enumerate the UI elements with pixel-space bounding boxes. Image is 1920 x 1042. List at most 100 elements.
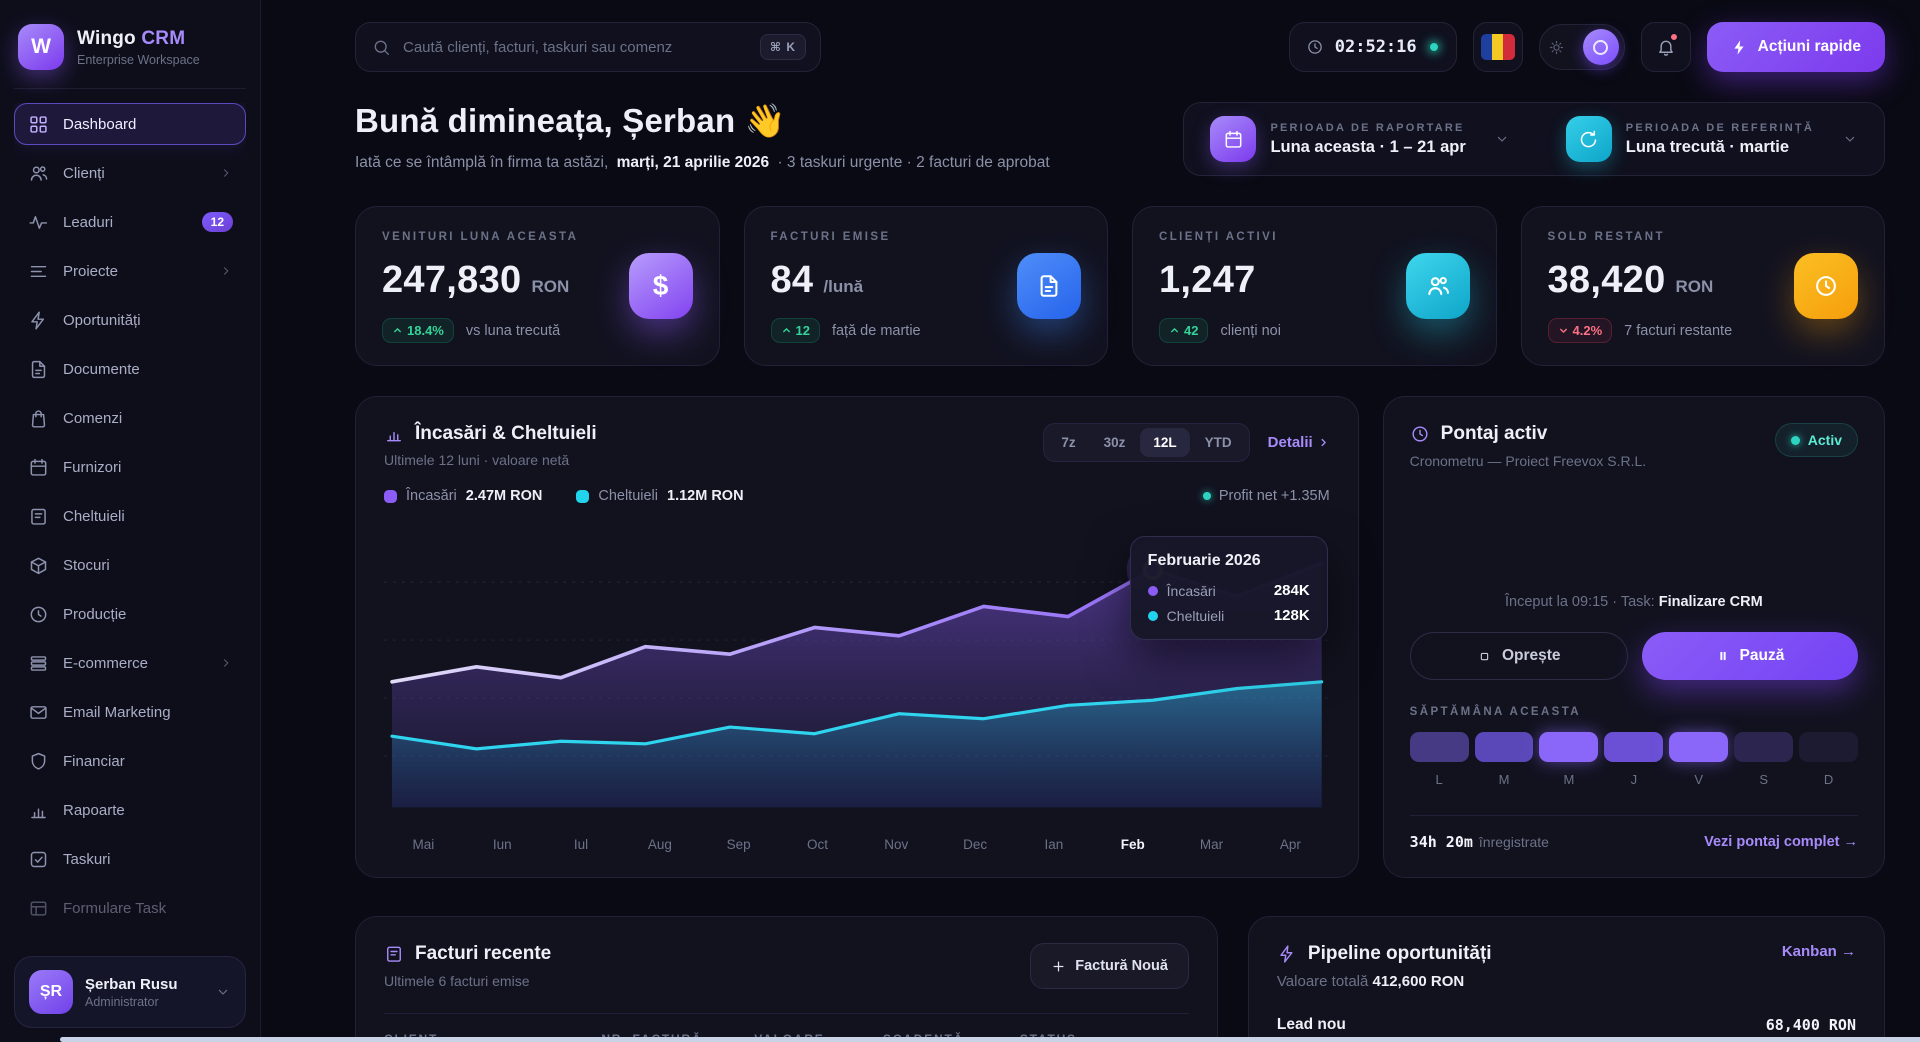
app-tagline: Enterprise Workspace bbox=[77, 53, 200, 67]
form-icon bbox=[27, 897, 49, 919]
sidebar-item-comenzi[interactable]: Comenzi bbox=[14, 397, 246, 439]
user-name: Șerban Rusu bbox=[85, 976, 178, 993]
week-activity-bars bbox=[1410, 732, 1858, 762]
delta-badge: 42 bbox=[1159, 318, 1208, 343]
hours-recorded: 34h 20m bbox=[1410, 833, 1473, 851]
sidebar-item-stocuri[interactable]: Stocuri bbox=[14, 544, 246, 586]
kanban-link[interactable]: Kanban → bbox=[1782, 943, 1856, 960]
stat-caption: vs luna trecută bbox=[466, 323, 560, 339]
global-search[interactable]: ⌘ K bbox=[355, 22, 821, 72]
sidebar-item-oportunitati[interactable]: Oportunități bbox=[14, 299, 246, 341]
stage-value: 68,400 RON bbox=[1766, 1016, 1856, 1034]
user-role: Administrator bbox=[85, 995, 178, 1009]
clock-value: 02:52:16 bbox=[1335, 37, 1417, 57]
pipeline-card: Pipeline oportunități Valoare totală 412… bbox=[1248, 916, 1885, 1042]
day-label: D bbox=[1799, 772, 1858, 787]
delta-badge: 18.4% bbox=[382, 318, 454, 343]
reporting-period-selector[interactable]: PERIOADA DE RAPORTARE Luna aceasta · 1 –… bbox=[1210, 116, 1509, 162]
stage-name: Lead nou bbox=[1277, 1016, 1346, 1034]
notifications-button[interactable] bbox=[1641, 22, 1691, 72]
activity-icon bbox=[27, 211, 49, 233]
user-menu[interactable]: ȘR Șerban Rusu Administrator bbox=[14, 956, 246, 1028]
sidebar-item-productie[interactable]: Producție bbox=[14, 593, 246, 635]
range-option-7z[interactable]: 7z bbox=[1048, 428, 1088, 457]
sidebar-item-dashboard[interactable]: Dashboard bbox=[14, 103, 246, 145]
sidebar-item-financiar[interactable]: Financiar bbox=[14, 740, 246, 782]
area-chart[interactable]: MaiIunIulAugSepOctNovDecIanFebMarApr Feb… bbox=[384, 520, 1330, 859]
stat-caption: 7 facturi restante bbox=[1624, 323, 1732, 339]
pontaj-subtitle: Cronometru — Proiect Freevox S.R.L. bbox=[1410, 453, 1647, 469]
stat-card-1: VENITURI LUNA ACEASTA247,830RON18.4%vs l… bbox=[355, 206, 720, 366]
layers-icon bbox=[27, 652, 49, 674]
sidebar-item-ecommerce[interactable]: E-commerce bbox=[14, 642, 246, 684]
stop-icon bbox=[1477, 649, 1492, 664]
sidebar-item-taskuri[interactable]: Taskuri bbox=[14, 838, 246, 880]
x-axis-labels: MaiIunIulAugSepOctNovDecIanFebMarApr bbox=[384, 837, 1330, 852]
chart-tooltip: Februarie 2026 Încasări284KCheltuieli128… bbox=[1130, 536, 1328, 640]
theme-toggle-knob bbox=[1583, 29, 1619, 65]
stat-caption: clienți noi bbox=[1220, 323, 1280, 339]
range-option-12l[interactable]: 12L bbox=[1140, 428, 1189, 457]
day-label: M bbox=[1539, 772, 1598, 787]
mail-icon bbox=[27, 701, 49, 723]
range-option-ytd[interactable]: YTD bbox=[1192, 428, 1245, 457]
box-icon bbox=[27, 554, 49, 576]
sidebar-item-proiecte[interactable]: Proiecte bbox=[14, 250, 246, 292]
stop-button[interactable]: Oprește bbox=[1410, 632, 1628, 680]
week-label: SĂPTĂMÂNA ACEASTA bbox=[1410, 706, 1858, 718]
chevron-down-icon bbox=[215, 984, 231, 1000]
stat-caption: față de martie bbox=[832, 323, 921, 339]
lightning-icon bbox=[1731, 39, 1748, 56]
stat-value: 247,830 bbox=[382, 259, 521, 302]
search-input[interactable] bbox=[403, 39, 748, 56]
main-content: ⌘ K 02:52:16 Acțiuni rapide bbox=[261, 0, 1920, 1042]
sidebar-item-documente[interactable]: Documente bbox=[14, 348, 246, 390]
sidebar-item-email-marketing[interactable]: Email Marketing bbox=[14, 691, 246, 733]
avatar: ȘR bbox=[29, 970, 73, 1014]
week-day-labels: LMMJVSD bbox=[1410, 772, 1858, 787]
sidebar-item-formulare-task[interactable]: Formulare Task bbox=[14, 887, 246, 929]
range-option-30z[interactable]: 30z bbox=[1091, 428, 1139, 457]
sidebar-item-leaduri[interactable]: Leaduri12 bbox=[14, 201, 246, 243]
users-icon bbox=[1406, 253, 1470, 319]
x-tick: Iun bbox=[463, 837, 542, 852]
language-switcher[interactable] bbox=[1473, 22, 1523, 72]
stat-card-2: FACTURI EMISE84/lună12față de martie bbox=[744, 206, 1109, 366]
day-activity-bar bbox=[1799, 732, 1858, 762]
sidebar-item-cheltuieli[interactable]: Cheltuieli bbox=[14, 495, 246, 537]
romania-flag-icon bbox=[1481, 34, 1515, 60]
invoices-subtitle: Ultimele 6 facturi emise bbox=[384, 973, 551, 989]
details-link[interactable]: Detalii bbox=[1268, 434, 1330, 451]
calendar-icon bbox=[1210, 116, 1256, 162]
theme-toggle[interactable] bbox=[1539, 24, 1625, 70]
tooltip-title: Februarie 2026 bbox=[1148, 552, 1310, 570]
search-shortcut: ⌘ K bbox=[760, 34, 806, 60]
sidebar-item-furnizori[interactable]: Furnizori bbox=[14, 446, 246, 488]
x-tick: Mar bbox=[1172, 837, 1251, 852]
invoices-title: Facturi recente bbox=[415, 943, 551, 965]
delta-badge: 4.2% bbox=[1548, 318, 1613, 343]
clock-icon bbox=[1306, 38, 1324, 56]
sidebar-item-rapoarte[interactable]: Rapoarte bbox=[14, 789, 246, 831]
stat-value: 38,420 bbox=[1548, 259, 1666, 302]
new-invoice-button[interactable]: Factură Nouă bbox=[1030, 943, 1189, 989]
x-tick: Aug bbox=[620, 837, 699, 852]
chevron-down-icon bbox=[1842, 131, 1858, 147]
view-timesheet-link[interactable]: Vezi pontaj complet → bbox=[1704, 834, 1858, 850]
search-icon bbox=[372, 38, 391, 57]
clock-icon bbox=[1794, 253, 1858, 319]
pause-button[interactable]: Pauză bbox=[1642, 632, 1858, 680]
stat-card-4: SOLD RESTANT38,420RON4.2%7 facturi resta… bbox=[1521, 206, 1886, 366]
file-icon bbox=[27, 358, 49, 380]
stat-unit: /lună bbox=[823, 277, 863, 297]
plus-icon bbox=[1051, 959, 1066, 974]
file-icon bbox=[1017, 253, 1081, 319]
zap-icon bbox=[27, 309, 49, 331]
sidebar-item-clienti[interactable]: Clienți bbox=[14, 152, 246, 194]
chevron-right-icon bbox=[219, 656, 233, 670]
horizontal-scrollbar[interactable] bbox=[60, 1037, 1920, 1042]
pause-icon bbox=[1716, 649, 1730, 663]
quick-actions-button[interactable]: Acțiuni rapide bbox=[1707, 22, 1885, 72]
chevron-right-icon bbox=[1317, 436, 1330, 449]
reference-period-selector[interactable]: PERIOADA DE REFERINȚĂ Luna trecută · mar… bbox=[1566, 116, 1858, 162]
